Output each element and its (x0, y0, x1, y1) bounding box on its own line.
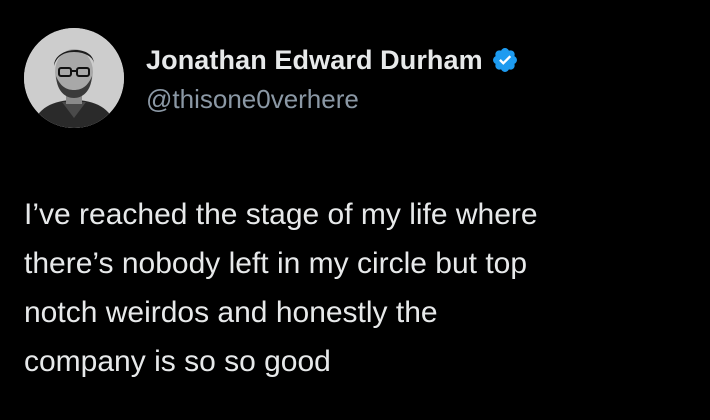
verified-badge-icon[interactable] (491, 46, 519, 74)
tweet-text-line: there’s nobody left in my circle but top (24, 247, 528, 280)
avatar[interactable] (24, 28, 124, 128)
tweet-text-line: company is so so good (24, 345, 331, 378)
tweet-text: I’ve reached the stage of my life where … (24, 190, 704, 386)
tweet-text-line: I’ve reached the stage of my life where (24, 198, 538, 231)
author-name-row: Jonathan Edward Durham (146, 40, 519, 80)
tweet-text-line: notch weirdos and honestly the (24, 296, 438, 329)
author-display-name[interactable]: Jonathan Edward Durham (146, 45, 483, 76)
tweet-card: Jonathan Edward Durham @thisone0verhere … (0, 0, 710, 420)
author-handle[interactable]: @thisone0verhere (146, 84, 359, 115)
profile-photo (24, 28, 124, 128)
